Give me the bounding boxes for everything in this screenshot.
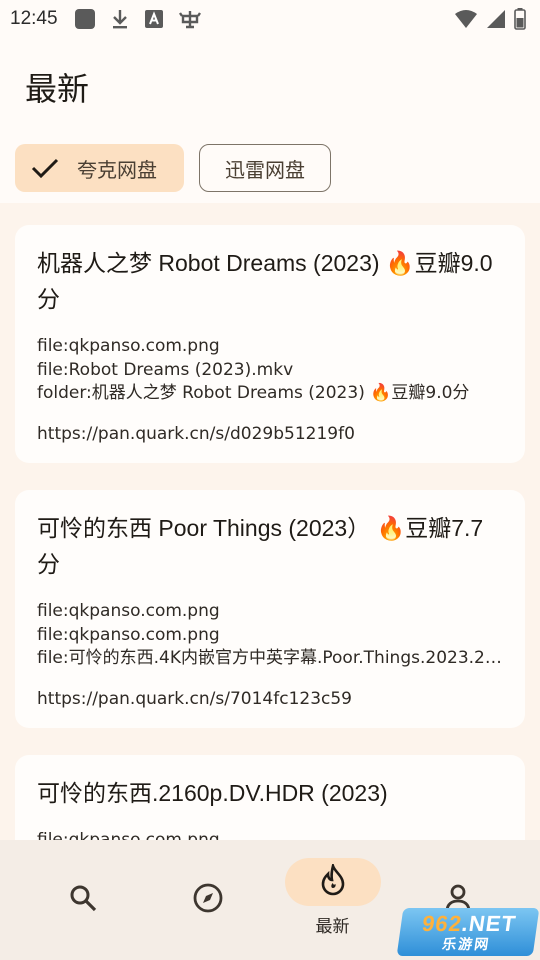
- filter-chip-label: 夸克网盘: [77, 159, 157, 182]
- result-file: folder:机器人之梦 Robot Dreams (2023) 🔥豆瓣9.0分: [37, 383, 470, 403]
- result-file-list: file:qkpanso.com.png file:Robot Dreams (…: [37, 335, 503, 406]
- nav-item-search[interactable]: [35, 858, 131, 924]
- filter-chip-xunlei[interactable]: 迅雷网盘: [199, 144, 331, 192]
- status-bar: 12:45: [0, 0, 540, 38]
- result-card[interactable]: 可怜的东西 Poor Things (2023） 🔥豆瓣7.7分 file:qk…: [15, 490, 525, 728]
- result-title: 可怜的东西.2160p.DV.HDR (2023): [37, 780, 388, 806]
- nav-pill: [160, 876, 256, 924]
- nav-pill: [284, 858, 381, 906]
- compass-icon: [192, 882, 224, 919]
- app-square-icon: [74, 8, 96, 30]
- result-file: file:可怜的东西.4K内嵌官方中英字幕.Poor.Things.2023.2…: [37, 648, 503, 668]
- search-icon: [68, 883, 98, 918]
- status-system-icons: [454, 8, 526, 30]
- result-title: 可怜的东西 Poor Things (2023） 🔥豆瓣7.7分: [37, 515, 484, 577]
- page-title: 最新: [25, 71, 90, 107]
- nav-item-explore[interactable]: [160, 858, 256, 924]
- filter-chip-quark[interactable]: 夸克网盘: [15, 144, 184, 192]
- nav-item-latest[interactable]: 最新: [284, 858, 381, 937]
- result-file: file:qkpanso.com.png: [37, 830, 220, 840]
- result-file-list: file:qkpanso.com.png: [37, 829, 503, 840]
- watermark-logo: 962.NET 乐游网: [396, 908, 540, 956]
- check-icon: [31, 157, 59, 179]
- result-file: file:qkpanso.com.png: [37, 624, 220, 645]
- results-list[interactable]: 机器人之梦 Robot Dreams (2023) 🔥豆瓣9.0分 file:q…: [0, 203, 540, 840]
- flame-icon: [319, 860, 347, 901]
- result-card[interactable]: 可怜的东西.2160p.DV.HDR (2023) file:qkpanso.c…: [15, 755, 525, 840]
- battery-icon: [514, 8, 526, 30]
- result-file: file:Robot Dreams (2023).mkv: [37, 359, 294, 380]
- result-file-list: file:qkpanso.com.png file:qkpanso.com.pn…: [37, 600, 503, 671]
- signal-icon: [486, 9, 506, 29]
- translate-icon: [144, 9, 164, 29]
- result-title: 机器人之梦 Robot Dreams (2023) 🔥豆瓣9.0分: [37, 250, 493, 312]
- result-file: file:qkpanso.com.png: [37, 336, 220, 356]
- watermark-bottom: 乐游网: [441, 936, 492, 952]
- result-link[interactable]: https://pan.quark.cn/s/7014fc123c59: [37, 689, 503, 709]
- nav-label: 最新: [315, 917, 350, 936]
- download-icon: [110, 8, 130, 30]
- filter-chip-label: 迅雷网盘: [225, 159, 305, 182]
- watermark-top: 962.NET: [420, 911, 518, 936]
- result-card[interactable]: 机器人之梦 Robot Dreams (2023) 🔥豆瓣9.0分 file:q…: [15, 225, 525, 463]
- wifi-icon: [454, 9, 478, 29]
- result-link[interactable]: https://pan.quark.cn/s/d029b51219f0: [37, 424, 503, 444]
- result-file: file:qkpanso.com.png: [37, 601, 220, 621]
- status-notification-icons: [74, 7, 202, 31]
- nav-pill: [35, 876, 131, 924]
- source-filter-chips: 夸克网盘 迅雷网盘: [15, 144, 331, 192]
- bug-icon: [178, 7, 202, 31]
- status-time: 12:45: [10, 8, 58, 29]
